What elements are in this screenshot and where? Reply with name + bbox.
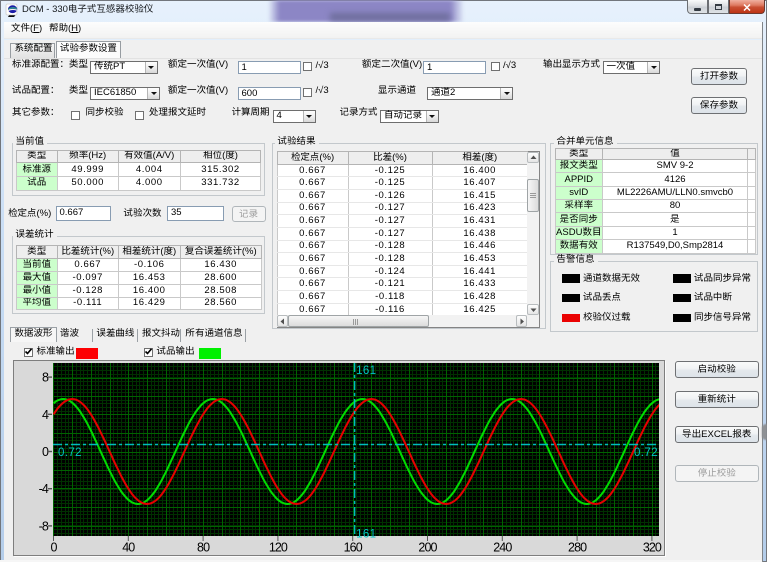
svg-text:0: 0: [50, 541, 57, 555]
svg-text:280: 280: [568, 541, 587, 555]
svg-text:160: 160: [344, 541, 363, 555]
svg-text:40: 40: [122, 541, 135, 555]
svg-text:240: 240: [493, 541, 512, 555]
svg-text:161: 161: [356, 529, 376, 541]
svg-text:161: 161: [356, 365, 376, 377]
svg-text:8: 8: [42, 371, 49, 385]
svg-text:0.72: 0.72: [58, 447, 82, 459]
svg-text:200: 200: [418, 541, 437, 555]
svg-text:120: 120: [269, 541, 288, 555]
svg-text:-8: -8: [39, 519, 49, 533]
svg-text:-4: -4: [39, 482, 49, 496]
svg-text:80: 80: [197, 541, 210, 555]
svg-text:4: 4: [42, 408, 49, 422]
svg-text:0.72: 0.72: [634, 447, 658, 459]
svg-text:0: 0: [42, 445, 49, 459]
svg-text:320: 320: [643, 541, 662, 555]
